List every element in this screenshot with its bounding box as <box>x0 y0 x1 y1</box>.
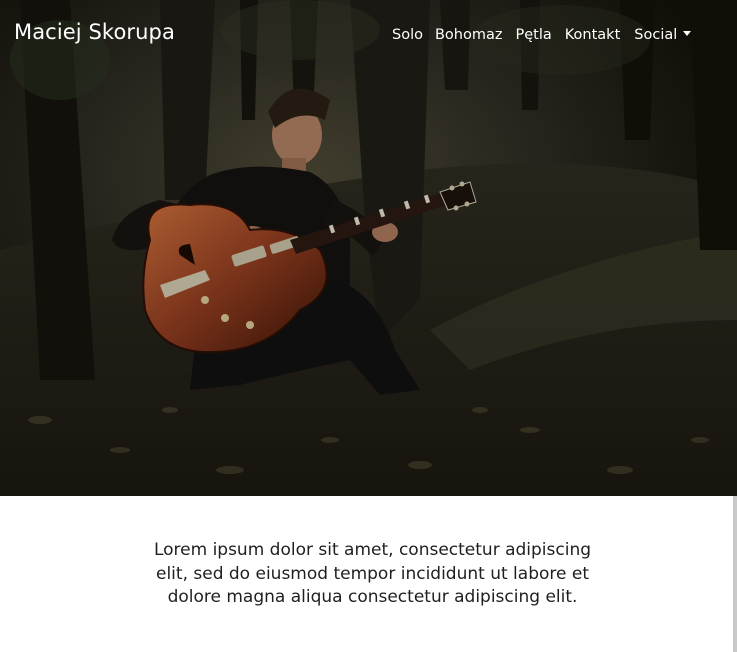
navbar: Maciej Skorupa Solo Bohomaz Pętla Kontak… <box>0 0 737 70</box>
nav-dropdown-social[interactable]: Social <box>634 27 692 43</box>
nav-link-petla[interactable]: Pętla <box>516 27 552 43</box>
intro-section: Lorem ipsum dolor sit amet, consectetur … <box>0 496 733 652</box>
caret-down-icon <box>683 31 692 36</box>
nav-menu: Solo Bohomaz Pętla Kontakt Social <box>392 27 692 43</box>
nav-link-kontakt[interactable]: Kontakt <box>565 27 621 43</box>
hero-photo <box>0 0 737 496</box>
nav-link-bohomaz[interactable]: Bohomaz <box>435 27 503 43</box>
brand-link[interactable]: Maciej Skorupa <box>14 20 175 44</box>
scrollbar[interactable] <box>733 496 737 652</box>
nav-link-social-label: Social <box>634 27 678 43</box>
hero-section: Maciej Skorupa Solo Bohomaz Pętla Kontak… <box>0 0 737 496</box>
nav-link-solo[interactable]: Solo <box>392 27 423 43</box>
page: Maciej Skorupa Solo Bohomaz Pętla Kontak… <box>0 0 737 652</box>
intro-text: Lorem ipsum dolor sit amet, consectetur … <box>153 540 592 607</box>
